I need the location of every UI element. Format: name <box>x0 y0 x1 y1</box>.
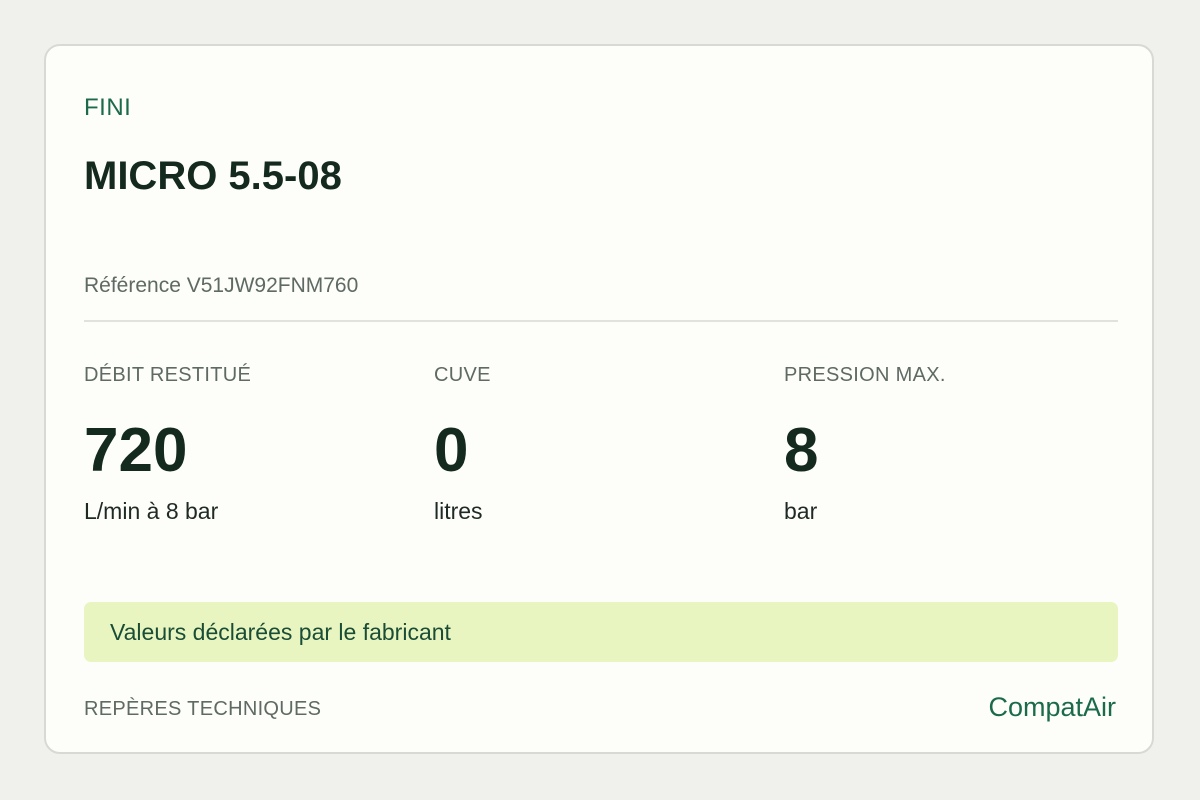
spec-value: 0 <box>434 416 469 485</box>
spec-label: CUVE <box>434 364 491 386</box>
product-card: FINI MICRO 5.5-08 Référence V51JW92FNM76… <box>44 44 1154 754</box>
product-title: MICRO 5.5-08 <box>84 154 342 198</box>
spec-flow-rate: DÉBIT RESTITUÉ 720 L/min à 8 bar <box>84 364 414 525</box>
brand-name: CompatAir <box>988 692 1116 722</box>
spec-tank: CUVE 0 litres <box>434 364 764 525</box>
spec-max-pressure: PRESSION MAX. 8 bar <box>784 364 1114 525</box>
spec-value: 8 <box>784 416 819 485</box>
spec-value: 720 <box>84 416 188 485</box>
spec-unit: litres <box>434 498 483 524</box>
footer-label: REPÈRES TECHNIQUES <box>84 698 322 720</box>
spec-label: DÉBIT RESTITUÉ <box>84 364 252 386</box>
spec-unit: L/min à 8 bar <box>84 498 219 524</box>
spec-unit: bar <box>784 498 818 524</box>
divider <box>84 320 1118 322</box>
spec-label: PRESSION MAX. <box>784 364 946 386</box>
manufacturer-notice: Valeurs déclarées par le fabricant <box>84 602 1118 662</box>
product-reference: Référence V51JW92FNM760 <box>84 274 359 297</box>
finish-label: FINI <box>84 94 132 121</box>
